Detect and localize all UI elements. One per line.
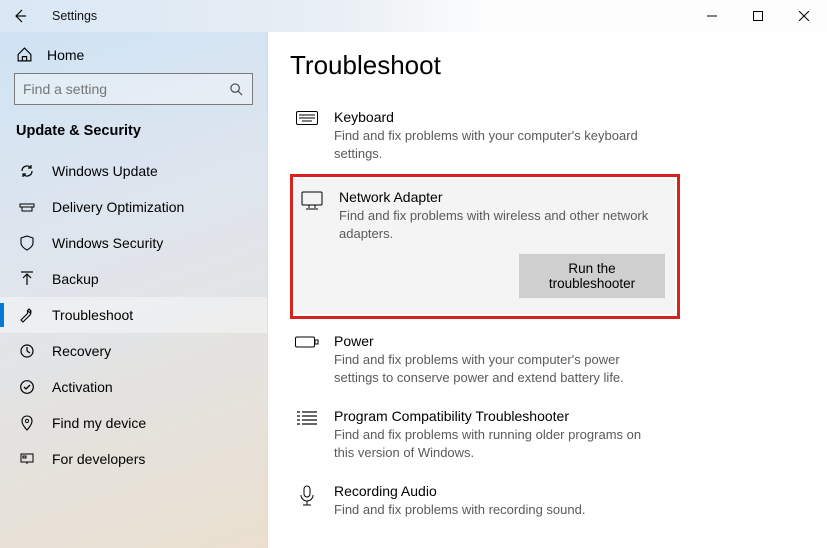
troubleshooter-desc: Find and fix problems with wireless and …	[339, 207, 665, 242]
troubleshooter-title: Network Adapter	[339, 189, 665, 205]
sidebar-item-label: Troubleshoot	[52, 307, 133, 323]
sidebar-item-label: For developers	[52, 451, 145, 467]
troubleshooter-title: Recording Audio	[334, 483, 660, 499]
page-title: Troubleshoot	[290, 50, 827, 81]
microphone-icon	[294, 483, 320, 507]
search-input[interactable]	[23, 81, 229, 97]
close-button[interactable]	[781, 0, 827, 32]
home-icon	[16, 46, 33, 63]
sidebar-item-label: Recovery	[52, 343, 111, 359]
back-button[interactable]	[6, 2, 34, 30]
sidebar-item-label: Backup	[52, 271, 99, 287]
troubleshooter-keyboard[interactable]: Keyboard Find and fix problems with your…	[290, 99, 670, 174]
sidebar-item-windows-security[interactable]: Windows Security	[0, 225, 267, 261]
troubleshooter-list[interactable]: Keyboard Find and fix problems with your…	[290, 99, 827, 541]
titlebar: Settings	[0, 0, 827, 32]
window-title: Settings	[52, 9, 97, 23]
sidebar-item-windows-update[interactable]: Windows Update	[0, 153, 267, 189]
list-icon	[294, 408, 320, 426]
troubleshooter-network-adapter[interactable]: Network Adapter Find and fix problems wi…	[295, 179, 675, 314]
location-icon	[18, 415, 36, 431]
troubleshooter-desc: Find and fix problems with your computer…	[334, 351, 660, 386]
sidebar-item-find-my-device[interactable]: Find my device	[0, 405, 267, 441]
sidebar: Home Update & Security Windows Update	[0, 32, 268, 548]
shield-icon	[18, 235, 36, 251]
highlighted-selection: Network Adapter Find and fix problems wi…	[290, 174, 680, 319]
developers-icon	[18, 451, 36, 467]
recovery-icon	[18, 343, 36, 359]
sidebar-item-label: Activation	[52, 379, 113, 395]
keyboard-icon	[294, 109, 320, 127]
troubleshooter-power[interactable]: Power Find and fix problems with your co…	[290, 323, 670, 398]
sidebar-item-label: Delivery Optimization	[52, 199, 184, 215]
troubleshooter-title: Program Compatibility Troubleshooter	[334, 408, 660, 424]
sidebar-item-recovery[interactable]: Recovery	[0, 333, 267, 369]
troubleshooter-desc: Find and fix problems with your computer…	[334, 127, 660, 162]
home-label: Home	[47, 47, 84, 63]
delivery-icon	[18, 199, 36, 215]
sidebar-item-label: Find my device	[52, 415, 146, 431]
troubleshooter-title: Power	[334, 333, 660, 349]
main-content: Troubleshoot Keyboard Find and fix probl…	[268, 32, 827, 548]
troubleshooter-desc: Find and fix problems with recording sou…	[334, 501, 660, 519]
sidebar-item-delivery-optimization[interactable]: Delivery Optimization	[0, 189, 267, 225]
maximize-button[interactable]	[735, 0, 781, 32]
sidebar-item-for-developers[interactable]: For developers	[0, 441, 267, 477]
sync-icon	[18, 163, 36, 179]
battery-icon	[294, 333, 320, 349]
sidebar-item-label: Windows Security	[52, 235, 163, 251]
troubleshooter-desc: Find and fix problems with running older…	[334, 426, 660, 461]
search-icon	[229, 82, 244, 97]
troubleshooter-search-indexing[interactable]: Search and Indexing Find and fix problem…	[290, 531, 670, 541]
home-nav[interactable]: Home	[0, 38, 267, 73]
search-input-wrap[interactable]	[14, 73, 253, 105]
sidebar-item-activation[interactable]: Activation	[0, 369, 267, 405]
wrench-icon	[18, 307, 36, 323]
monitor-icon	[299, 189, 325, 211]
minimize-button[interactable]	[689, 0, 735, 32]
troubleshooter-program-compatibility[interactable]: Program Compatibility Troubleshooter Fin…	[290, 398, 670, 473]
troubleshooter-title: Keyboard	[334, 109, 660, 125]
run-troubleshooter-button[interactable]: Run the troubleshooter	[519, 254, 665, 298]
sidebar-item-label: Windows Update	[52, 163, 158, 179]
backup-icon	[18, 271, 36, 287]
sidebar-section-title: Update & Security	[0, 119, 267, 153]
sidebar-item-troubleshoot[interactable]: Troubleshoot	[0, 297, 267, 333]
sidebar-item-backup[interactable]: Backup	[0, 261, 267, 297]
check-circle-icon	[18, 379, 36, 395]
troubleshooter-recording-audio[interactable]: Recording Audio Find and fix problems wi…	[290, 473, 670, 531]
